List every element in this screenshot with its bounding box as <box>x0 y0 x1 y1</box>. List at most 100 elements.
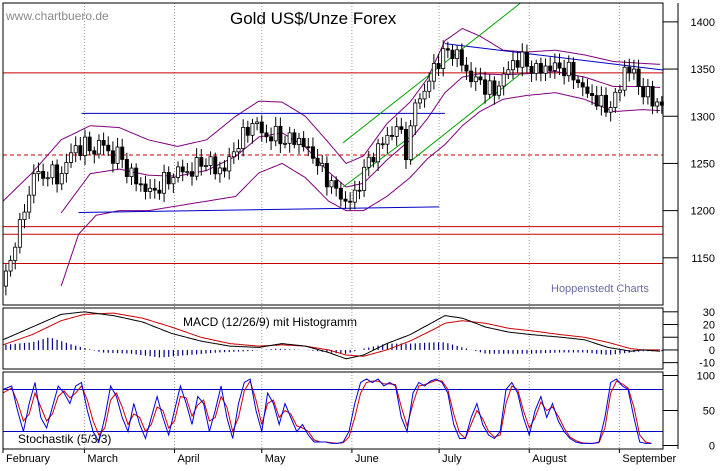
candle-body <box>45 177 50 180</box>
candle-body <box>129 167 134 177</box>
candle-body <box>631 68 636 74</box>
stoch-tick-label: 50 <box>703 406 715 418</box>
candle-body <box>50 164 55 179</box>
candle-body <box>655 101 660 107</box>
price-tick-label: 1300 <box>691 111 715 123</box>
candle-body <box>124 159 129 177</box>
candle-body <box>31 173 36 196</box>
candle-body <box>306 146 311 149</box>
stoch-tick-label: 100 <box>697 371 715 383</box>
candle-body <box>403 129 408 161</box>
candle-body <box>441 48 446 70</box>
candle-body <box>64 162 69 174</box>
candle-body <box>362 166 367 191</box>
candle-body <box>431 63 436 82</box>
candle-body <box>231 151 236 158</box>
candle-body <box>376 143 381 163</box>
candle-body <box>417 98 422 104</box>
candle-body <box>566 61 571 77</box>
candle-body <box>352 189 357 203</box>
candle-body <box>608 107 613 113</box>
candle-body <box>315 157 320 167</box>
candle-body <box>185 171 190 174</box>
candle-body <box>27 194 32 213</box>
price-tick-label: 1200 <box>691 206 715 218</box>
chart-title: Gold US$/Unze Forex <box>230 9 397 28</box>
candle-body <box>180 166 185 173</box>
candle-body <box>324 163 329 188</box>
candle-body <box>543 65 548 74</box>
candle-body <box>338 187 343 200</box>
candle-body <box>92 150 97 155</box>
chart-svg: www.chartbuero.de Gold US$/Unze Forex Ho… <box>0 0 723 466</box>
candle-body <box>87 136 92 152</box>
candle-body <box>529 65 534 74</box>
candle-body <box>227 156 232 172</box>
candle-body <box>399 126 404 130</box>
x-tick-label: February <box>6 453 51 465</box>
macd-title: MACD (12/26/9) mit Histogramm <box>183 315 357 329</box>
candle-body <box>534 63 539 74</box>
candle-body <box>301 138 306 148</box>
candle-body <box>580 82 585 88</box>
candle-body <box>115 146 120 164</box>
source-label: Hoppenstedt Charts <box>551 283 649 295</box>
candle-body <box>287 132 292 144</box>
candle-body <box>483 79 488 95</box>
candle-body <box>134 167 139 185</box>
candle-body <box>236 148 241 153</box>
candle-body <box>497 85 502 96</box>
candle-body <box>171 177 176 185</box>
candle-body <box>259 121 264 134</box>
macd-tick-label: 10 <box>703 332 715 344</box>
candle-body <box>604 94 609 113</box>
candle-body <box>22 211 27 221</box>
candle-body <box>641 86 646 98</box>
x-tick-label: August <box>532 453 566 465</box>
x-tick-label: May <box>265 453 286 465</box>
candle-body <box>585 86 590 94</box>
candle-body <box>310 146 315 159</box>
candle-body <box>59 173 64 185</box>
candle-body <box>273 125 278 142</box>
candle-body <box>55 164 60 185</box>
stoch-tick-label: 0 <box>709 441 715 453</box>
macd-tick-label: 0 <box>709 345 715 357</box>
candle-body <box>250 123 255 136</box>
candle-body <box>292 132 297 145</box>
candle-body <box>478 76 483 81</box>
candle-body <box>459 49 464 66</box>
candle-body <box>427 80 432 92</box>
candle-body <box>189 171 194 177</box>
candle-body <box>283 142 288 145</box>
candle-body <box>245 126 250 136</box>
candle-body <box>348 200 353 203</box>
candle-body <box>110 150 115 164</box>
candle-body <box>13 246 18 261</box>
candle-body <box>208 156 213 166</box>
candle-body <box>166 172 171 185</box>
candle-body <box>371 156 376 163</box>
candle-body <box>557 62 562 69</box>
x-tick-label: April <box>178 453 200 465</box>
candle-body <box>69 152 74 163</box>
candle-body <box>492 80 497 96</box>
candle-body <box>394 126 399 137</box>
macd-tick-label: 30 <box>703 307 715 319</box>
candle-body <box>120 146 125 160</box>
candle-body <box>464 64 469 72</box>
candle-body <box>413 102 418 127</box>
candle-body <box>385 134 390 145</box>
candle-body <box>450 49 455 59</box>
candle-body <box>8 259 13 272</box>
candle-body <box>455 49 460 59</box>
candle-body <box>473 76 478 83</box>
price-tick-label: 1400 <box>691 17 715 29</box>
macd-tick-label: -10 <box>699 358 715 370</box>
candle-body <box>334 180 339 189</box>
x-tick-label: July <box>442 453 462 465</box>
candle-body <box>594 95 599 107</box>
candle-body <box>329 180 334 188</box>
candle-body <box>199 157 204 167</box>
candle-body <box>78 145 83 156</box>
